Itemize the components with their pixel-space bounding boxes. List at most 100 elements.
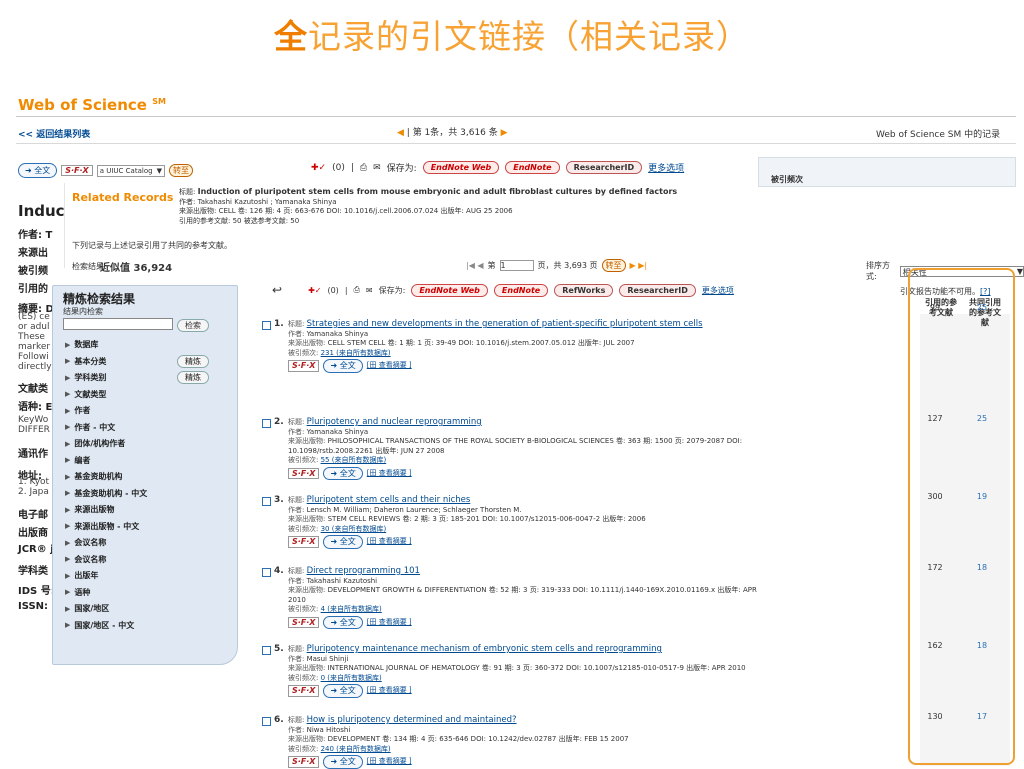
sfx-button[interactable]: S·F·X bbox=[288, 685, 320, 697]
refine-facet[interactable]: ▶ 会议名称 bbox=[65, 554, 230, 565]
expand-arrow-icon: ▶ bbox=[65, 588, 71, 596]
endnote-web-button[interactable]: EndNote Web bbox=[411, 283, 488, 297]
sfx-button[interactable]: S·F·X bbox=[288, 536, 320, 548]
sfx-button[interactable]: S·F·X bbox=[288, 756, 320, 768]
refine-facet[interactable]: ▶ 基本分类 精炼 bbox=[65, 354, 230, 368]
result-title-link[interactable]: Pluripotency and nuclear reprogramming bbox=[307, 417, 482, 427]
times-cited-link[interactable]: 30 (来自所有数据库) bbox=[321, 525, 387, 533]
endnote-web-button[interactable]: EndNote Web bbox=[422, 161, 500, 174]
record-field-fragment: 文献类 bbox=[18, 384, 48, 395]
sfx-button[interactable]: S·F·X bbox=[61, 165, 93, 176]
refine-facet[interactable]: ▶ 语种 bbox=[65, 587, 230, 598]
next-page-icon[interactable]: ▶ ▶| bbox=[630, 261, 648, 270]
fulltext-button[interactable]: ➜ 全文 bbox=[323, 535, 363, 549]
record-field-fragment: 引用的 bbox=[18, 284, 48, 295]
refine-facet[interactable]: ▶ 编者 bbox=[65, 455, 230, 466]
sfx-button[interactable]: S·F·X bbox=[288, 616, 320, 628]
more-options-link[interactable]: 更多选项 bbox=[648, 161, 684, 174]
fulltext-button[interactable]: ➜ 全文 bbox=[323, 615, 363, 629]
times-cited-link[interactable]: 4 (来自所有数据库) bbox=[321, 605, 382, 613]
catalog-select[interactable]: a UIUC Catalog ▼ bbox=[96, 164, 165, 177]
result-checkbox[interactable] bbox=[262, 321, 271, 330]
refine-facet[interactable]: ▶ 国家/地区 bbox=[65, 603, 230, 614]
refine-facet[interactable]: ▶ 出版年 bbox=[65, 570, 230, 581]
times-cited-link[interactable]: 0 (来自所有数据库) bbox=[321, 674, 382, 682]
sfx-button[interactable]: S·F·X bbox=[288, 467, 320, 479]
refine-facet[interactable]: ▶ 学科类别 精炼 bbox=[65, 371, 230, 384]
view-abstract-link[interactable]: [田 查看摘要 ] bbox=[367, 537, 412, 547]
print-icon[interactable]: ⎙ bbox=[360, 163, 367, 173]
view-abstract-link[interactable]: [田 查看摘要 ] bbox=[367, 469, 412, 479]
page-go-button[interactable]: 转至 bbox=[601, 259, 626, 272]
refine-facet[interactable]: ▶ 来源出版物 - 中文 bbox=[65, 521, 230, 532]
catalog-go-button[interactable]: 转至 bbox=[168, 164, 193, 177]
result-title-link[interactable]: Direct reprogramming 101 bbox=[307, 566, 420, 576]
result-title-link[interactable]: Strategies and new developments in the g… bbox=[307, 319, 703, 329]
refine-facet[interactable]: ▶ 来源出版物 bbox=[65, 504, 230, 515]
result-checkbox[interactable] bbox=[262, 717, 271, 726]
expand-arrow-icon: ▶ bbox=[65, 456, 71, 464]
refine-facet[interactable]: ▶ 团体/机构作者 bbox=[65, 438, 230, 449]
refine-facet[interactable]: ▶ 文献类型 bbox=[65, 389, 230, 400]
refine-facet[interactable]: ▶ 基金资助机构 - 中文 bbox=[65, 488, 230, 499]
add-marked-list-icon[interactable]: ✚✓ bbox=[308, 286, 321, 295]
refine-facet[interactable]: ▶ 国家/地区 - 中文 bbox=[65, 620, 230, 631]
endnote-button[interactable]: EndNote bbox=[493, 283, 549, 297]
refine-facet[interactable]: ▶ 作者 bbox=[65, 405, 230, 416]
fulltext-button[interactable]: ➜ 全文 bbox=[323, 359, 363, 373]
refine-button[interactable]: 精炼 bbox=[177, 371, 209, 384]
endnote-button[interactable]: EndNote bbox=[505, 161, 560, 174]
first-page-icon[interactable]: |◀ ◀ bbox=[466, 261, 484, 270]
print-icon[interactable]: ⎙ bbox=[354, 285, 360, 295]
source-label: 来源出版物: bbox=[288, 735, 326, 743]
back-arrow-icon[interactable]: ↩ bbox=[272, 283, 282, 297]
fulltext-button[interactable]: ➜ 全文 bbox=[323, 684, 363, 698]
result-title-link[interactable]: Pluripotency maintenance mechanism of em… bbox=[307, 644, 662, 654]
nav-divider bbox=[16, 143, 1016, 144]
times-cited-link[interactable]: 240 (来自所有数据库) bbox=[321, 745, 391, 753]
next-record-icon[interactable]: ▶ bbox=[501, 128, 508, 138]
within-search-input[interactable] bbox=[63, 318, 173, 330]
within-label: 结果内检索 bbox=[63, 307, 103, 316]
researcherid-button[interactable]: ResearcherID bbox=[619, 283, 696, 297]
prev-record-icon[interactable]: ◀ bbox=[397, 128, 404, 138]
result-title-link[interactable]: Pluripotent stem cells and their niches bbox=[307, 495, 471, 505]
refine-facet[interactable]: ▶ 基金资助机构 bbox=[65, 471, 230, 482]
result-source: STEM CELL REVIEWS 卷: 2 期: 3 页: 185-201 D… bbox=[327, 515, 646, 523]
back-to-results-link[interactable]: << 返回结果列表 bbox=[18, 127, 90, 140]
fulltext-button[interactable]: ➜ 全文 bbox=[323, 755, 363, 769]
view-abstract-link[interactable]: [田 查看摘要 ] bbox=[367, 361, 412, 371]
expand-arrow-icon: ▶ bbox=[65, 357, 71, 365]
expand-arrow-icon: ▶ bbox=[65, 390, 71, 398]
record-field-fragment: 来源出 bbox=[18, 248, 48, 259]
refine-facet[interactable]: ▶ 数据库 bbox=[65, 339, 230, 350]
result-title-link[interactable]: How is pluripotency determined and maint… bbox=[307, 715, 517, 725]
record-field-fragment: 语种: E bbox=[18, 402, 53, 413]
email-icon[interactable]: ✉ bbox=[366, 286, 373, 295]
researcherid-button[interactable]: ResearcherID bbox=[565, 161, 643, 174]
view-abstract-link[interactable]: [田 查看摘要 ] bbox=[367, 757, 412, 767]
refine-facet[interactable]: ▶ 作者 - 中文 bbox=[65, 422, 230, 433]
view-abstract-link[interactable]: [田 查看摘要 ] bbox=[367, 686, 412, 696]
times-cited-link[interactable]: 55 (来自所有数据库) bbox=[321, 456, 387, 464]
expand-arrow-icon: ▶ bbox=[65, 555, 71, 563]
email-icon[interactable]: ✉ bbox=[373, 163, 381, 173]
result-number: 2. bbox=[274, 417, 284, 427]
result-checkbox[interactable] bbox=[262, 646, 271, 655]
page-input[interactable]: 1 bbox=[499, 260, 534, 271]
add-marked-list-icon[interactable]: ✚✓ bbox=[311, 163, 326, 173]
fulltext-button[interactable]: ➜ 全文 bbox=[18, 163, 58, 178]
within-search-button[interactable]: 检索 bbox=[177, 319, 209, 332]
more-options-link[interactable]: 更多选项 bbox=[702, 285, 734, 296]
result-checkbox[interactable] bbox=[262, 568, 271, 577]
refworks-button[interactable]: RefWorks bbox=[554, 283, 614, 297]
view-abstract-link[interactable]: [田 查看摘要 ] bbox=[367, 618, 412, 628]
refine-button[interactable]: 精炼 bbox=[177, 354, 209, 368]
fulltext-button[interactable]: ➜ 全文 bbox=[323, 466, 363, 480]
sfx-button[interactable]: S·F·X bbox=[288, 360, 320, 372]
refine-facet[interactable]: ▶ 会议名称 bbox=[65, 537, 230, 548]
result-checkbox[interactable] bbox=[262, 497, 271, 506]
result-source-cont: 2010 bbox=[288, 595, 306, 604]
times-cited-link[interactable]: 231 (来自所有数据库) bbox=[321, 349, 391, 357]
result-checkbox[interactable] bbox=[262, 419, 271, 428]
